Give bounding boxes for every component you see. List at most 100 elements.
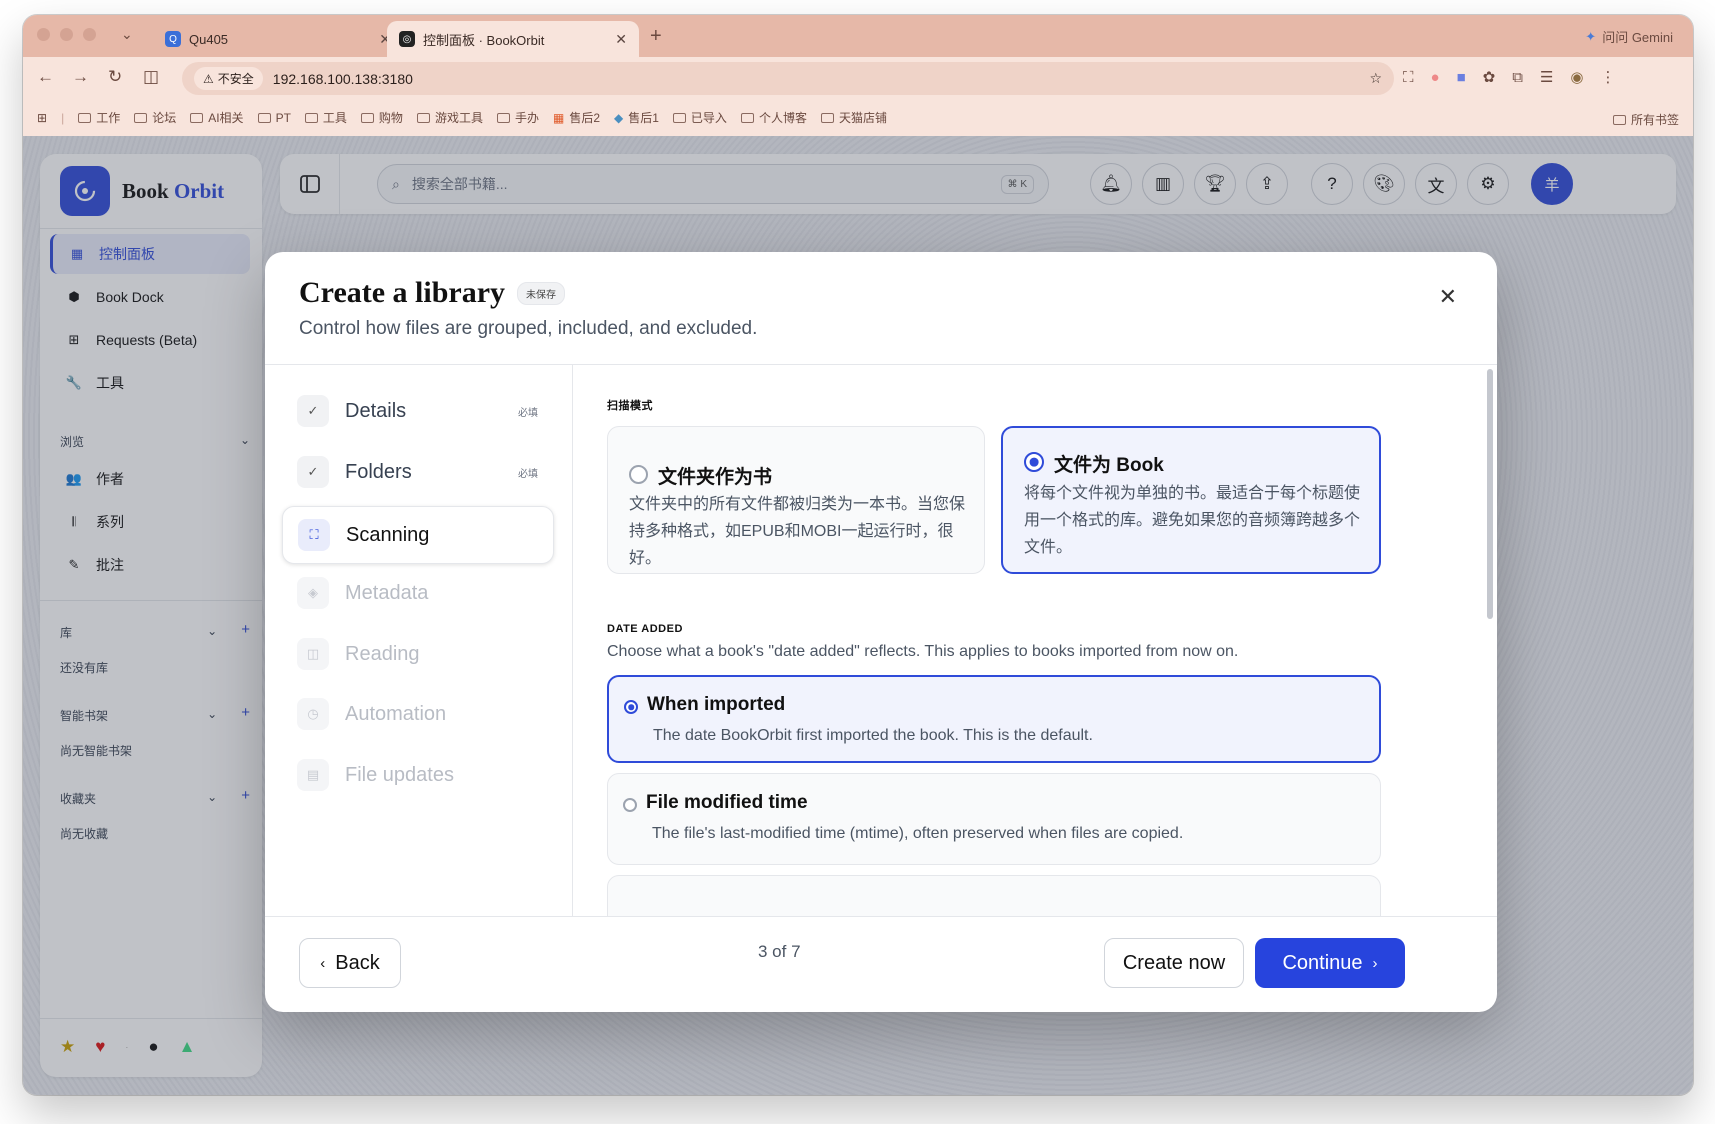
bookmark-folder[interactable]: 天猫店铺 xyxy=(820,109,887,126)
bookmark-label: 手办 xyxy=(514,111,539,125)
dialog-subtitle: Control how files are grouped, included,… xyxy=(299,318,758,339)
option-description: 将每个文件视为单独的书。最适合于每个标题使用一个格式的库。避免如果您的音频簿跨越… xyxy=(1024,485,1361,556)
bookmark-star-icon[interactable]: ☆ xyxy=(1369,70,1382,87)
profile-avatar-icon[interactable]: ◉ xyxy=(1570,68,1583,86)
screenshot-extension-icon[interactable]: ⛶ xyxy=(1403,69,1414,86)
browser-chrome: ⌄ Q Qu405 ✕ ◎ 控制面板 · BookOrbit ✕ + ✦ 问问 … xyxy=(23,15,1693,136)
dialog-title-text: Create a library xyxy=(299,276,506,309)
bookmark-folder[interactable]: 游戏工具 xyxy=(416,109,483,126)
site-favicon-icon: ◆ xyxy=(614,110,624,125)
folder-icon xyxy=(304,112,318,123)
step-label: Metadata xyxy=(345,581,429,604)
scan-option-file[interactable]: 文件为 Book 将每个文件视为单独的书。最适合于每个标题使用一个格式的库。避免… xyxy=(1001,426,1381,574)
step-label: Details xyxy=(345,399,407,422)
bookmark-folder[interactable]: 工作 xyxy=(78,109,120,126)
gemini-button[interactable]: ✦ 问问 Gemini xyxy=(1585,27,1673,46)
reload-icon[interactable]: ↻ xyxy=(108,67,122,87)
chevron-left-icon: ‹ xyxy=(320,954,326,972)
step-reading[interactable]: ◫ Reading xyxy=(282,625,554,683)
option-title: 文件为 Book xyxy=(1054,455,1164,476)
step-content: 扫描模式 文件夹作为书 文件夹中的所有文件都被归类为一本书。当您保持多种格式，如… xyxy=(574,365,1497,916)
url-text[interactable]: 192.168.100.138:3180 xyxy=(273,71,1360,87)
bookmark-label: 工具 xyxy=(322,111,347,125)
scan-option-folder[interactable]: 文件夹作为书 文件夹中的所有文件都被归类为一本书。当您保持多种格式，如EPUB和… xyxy=(607,426,985,574)
step-file-updates[interactable]: ▤ File updates xyxy=(282,746,554,804)
browser-toolbar: ← → ↻ ◫ ⚠ 不安全 192.168.100.138:3180 ☆ ⛶ ●… xyxy=(23,57,1693,99)
date-added-label: DATE ADDED xyxy=(607,623,683,635)
unsaved-badge: 未保存 xyxy=(517,281,566,305)
required-tag: 必填 xyxy=(518,407,538,419)
split-view-icon[interactable]: ◫ xyxy=(143,67,159,87)
tab-qu405[interactable]: Q Qu405 ✕ xyxy=(153,21,403,57)
bookmark-folder[interactable]: 购物 xyxy=(360,109,403,126)
bookmark-folder[interactable]: PT xyxy=(257,111,291,125)
window-controls[interactable] xyxy=(37,28,96,41)
radio-button[interactable] xyxy=(629,465,648,484)
radio-button-selected[interactable] xyxy=(1024,452,1044,472)
reading-list-icon[interactable]: ☰ xyxy=(1540,68,1553,86)
step-details[interactable]: ✓ Details 必填 xyxy=(282,382,554,440)
bookorbit-icon: ◎ xyxy=(399,31,415,47)
step-automation[interactable]: ◷ Automation xyxy=(282,685,554,743)
tab-search-chevron-icon[interactable]: ⌄ xyxy=(121,26,133,43)
bookmark-folder[interactable]: 已导入 xyxy=(672,109,727,126)
insecure-label: 不安全 xyxy=(217,72,254,86)
folder-icon xyxy=(416,112,430,123)
date-option-imported[interactable]: When imported The date BookOrbit first i… xyxy=(607,675,1381,763)
step-metadata[interactable]: ◈ Metadata xyxy=(282,564,554,622)
tab-title: 控制面板 · BookOrbit xyxy=(423,32,545,48)
radio-button[interactable] xyxy=(623,798,637,812)
purple-extension-icon[interactable]: ■ xyxy=(1457,69,1466,86)
bookmark-folder[interactable]: 论坛 xyxy=(134,109,176,126)
gemini-sparkle-icon: ✦ xyxy=(1585,28,1597,44)
tab-bookorbit[interactable]: ◎ 控制面板 · BookOrbit ✕ xyxy=(387,21,639,57)
bookmark-link[interactable]: ◆ 售后1 xyxy=(614,109,659,126)
bookmark-label: 已导入 xyxy=(690,111,727,125)
bookmark-link[interactable]: ▦ 售后2 xyxy=(553,109,600,126)
extensions-puzzle-icon[interactable]: ⧉ xyxy=(1512,69,1523,86)
zoom-window-button[interactable] xyxy=(83,28,96,41)
chevron-right-icon: › xyxy=(1372,954,1378,972)
new-tab-icon[interactable]: + xyxy=(650,25,662,48)
forward-arrow-icon[interactable]: → xyxy=(72,67,89,87)
address-bar[interactable]: ⚠ 不安全 192.168.100.138:3180 ☆ xyxy=(182,62,1394,95)
openai-extension-icon[interactable]: ✿ xyxy=(1483,68,1496,86)
scrollbar[interactable] xyxy=(1487,369,1493,619)
more-menu-icon[interactable]: ⋮ xyxy=(1600,68,1615,86)
tab-bar: ⌄ Q Qu405 ✕ ◎ 控制面板 · BookOrbit ✕ + ✦ 问问 … xyxy=(23,15,1693,57)
date-option-partial[interactable] xyxy=(607,875,1381,916)
create-now-button[interactable]: Create now xyxy=(1104,938,1244,988)
bookmark-folder[interactable]: 个人博客 xyxy=(740,109,807,126)
radio-button-selected[interactable] xyxy=(624,700,638,714)
close-window-button[interactable] xyxy=(37,28,50,41)
bookmark-label: 购物 xyxy=(378,111,403,125)
step-scanning[interactable]: ⛶ Scanning xyxy=(282,506,554,564)
bookmark-folder[interactable]: AI相关 xyxy=(190,109,244,126)
required-tag: 必填 xyxy=(518,468,538,480)
folder-icon xyxy=(740,112,754,123)
browser-window: ⌄ Q Qu405 ✕ ◎ 控制面板 · BookOrbit ✕ + ✦ 问问 … xyxy=(23,15,1693,1095)
back-button[interactable]: ‹ Back xyxy=(299,938,401,988)
qu-icon: Q xyxy=(165,31,181,47)
file-icon: ▤ xyxy=(297,759,329,791)
continue-button[interactable]: Continue › xyxy=(1255,938,1405,988)
date-option-modified[interactable]: File modified time The file's last-modif… xyxy=(607,773,1381,865)
check-icon: ✓ xyxy=(297,395,329,427)
step-label: Folders xyxy=(345,460,412,483)
all-bookmarks-button[interactable]: 所有书签 xyxy=(1612,111,1679,128)
scan-icon: ⛶ xyxy=(298,519,330,551)
dialog-title: Create a library 未保存 xyxy=(299,276,566,310)
close-tab-icon[interactable]: ✕ xyxy=(615,31,627,48)
apps-grid-icon[interactable]: ⊞ xyxy=(37,111,47,125)
minimize-window-button[interactable] xyxy=(60,28,73,41)
bookmark-folder[interactable]: 手办 xyxy=(496,109,539,126)
folder-icon xyxy=(360,112,374,123)
bookmark-label: AI相关 xyxy=(208,111,244,125)
close-icon[interactable]: ✕ xyxy=(1439,284,1457,310)
step-folders[interactable]: ✓ Folders 必填 xyxy=(282,443,554,501)
check-icon: ✓ xyxy=(297,456,329,488)
back-arrow-icon[interactable]: ← xyxy=(37,67,54,87)
insecure-badge[interactable]: ⚠ 不安全 xyxy=(194,67,263,90)
pink-extension-icon[interactable]: ● xyxy=(1431,69,1440,86)
bookmark-folder[interactable]: 工具 xyxy=(304,109,347,126)
